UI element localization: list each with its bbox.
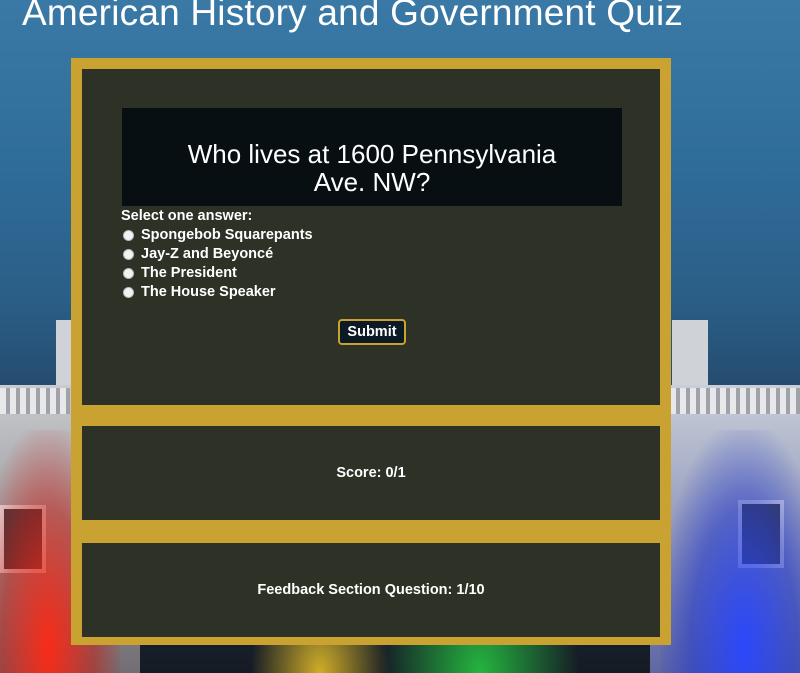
feedback-text: Feedback Section Question: 1/10 <box>257 582 485 598</box>
submit-button[interactable]: Submit <box>338 319 406 345</box>
question-panel: Who lives at 1600 Pennsylvania Ave. NW? … <box>82 69 660 405</box>
radio-button[interactable] <box>123 230 134 241</box>
radio-button[interactable] <box>123 268 134 279</box>
answer-label: Spongebob Squarepants <box>141 227 313 243</box>
question-text: Who lives at 1600 Pennsylvania Ave. NW? <box>187 139 557 197</box>
score-text: Score: 0/1 <box>336 465 406 481</box>
answer-option-4[interactable]: The House Speaker <box>121 283 313 302</box>
chimney-right <box>672 320 708 385</box>
blue-light-glow <box>660 430 800 673</box>
score-panel: Score: 0/1 <box>82 426 660 520</box>
radio-button[interactable] <box>123 249 134 260</box>
quiz-frame: Who lives at 1600 Pennsylvania Ave. NW? … <box>71 58 671 645</box>
answer-label: The House Speaker <box>141 284 276 300</box>
answer-prompt: Select one answer: <box>121 208 253 224</box>
radio-button[interactable] <box>123 287 134 298</box>
answer-label: The President <box>141 265 237 281</box>
balustrade-left <box>0 388 70 414</box>
page-title: American History and Government Quiz <box>22 0 684 33</box>
answer-option-2[interactable]: Jay-Z and Beyoncé <box>121 245 313 264</box>
balustrade-right <box>670 388 800 414</box>
answer-options: Select one answer: Spongebob Squarepants… <box>121 207 313 302</box>
answer-label: Jay-Z and Beyoncé <box>141 246 274 262</box>
answer-option-1[interactable]: Spongebob Squarepants <box>121 226 313 245</box>
answer-option-3[interactable]: The President <box>121 264 313 283</box>
feedback-panel: Feedback Section Question: 1/10 <box>82 543 660 637</box>
question-box: Who lives at 1600 Pennsylvania Ave. NW? <box>122 108 622 206</box>
